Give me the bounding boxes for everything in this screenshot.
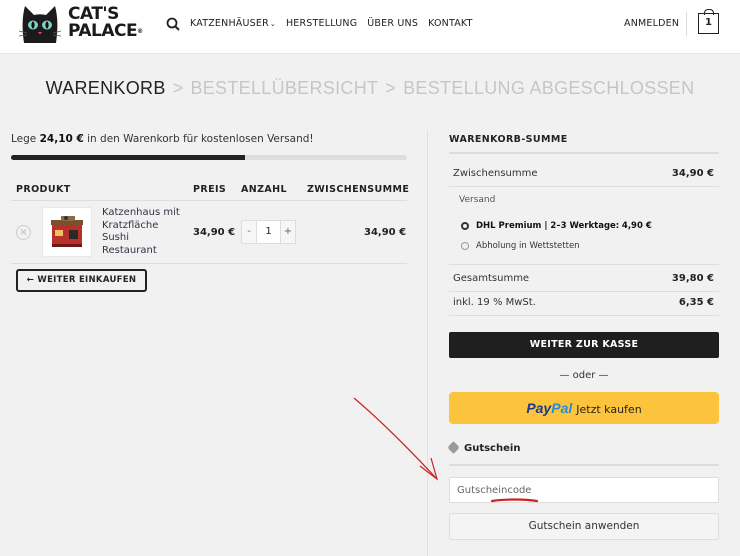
subtotal-label: Zwischensumme [453,168,538,179]
free-shipping-progress [11,155,407,160]
main-nav: KATZENHÄUSER⌄ HERSTELLUNG ÜBER UNS KONTA… [190,18,473,29]
totals-row-divider [449,186,719,187]
column-header-price: PREIS [193,184,227,195]
cart-totals-title: WARENKORB-SUMME [449,134,568,145]
search-icon[interactable] [166,17,180,31]
shipping-radio-dhl[interactable] [461,222,469,230]
quantity-increase-button[interactable]: + [281,221,295,243]
shipping-label: Versand [459,195,496,205]
login-link[interactable]: ANMELDEN [624,18,679,29]
nav-item-herstellung[interactable]: HERSTELLUNG [286,18,357,29]
totals-row-divider [449,315,719,316]
shipping-radio-pickup[interactable] [461,242,469,250]
product-name-link[interactable]: Katzenhaus mit Kratzfläche Sushi Restaur… [102,207,184,257]
or-divider-text: — oder — [559,370,609,381]
subtotal-value: 34,90 € [671,168,714,179]
tax-label: inkl. 19 % MwSt. [453,297,536,308]
total-value: 39,80 € [671,273,714,284]
nav-item-ueber-uns[interactable]: ÜBER UNS [367,18,418,29]
tag-icon [447,441,460,454]
coupon-heading: Gutschein [447,441,520,454]
annotation-arrow-head [419,457,439,481]
free-shipping-notice: Lege 24,10 € in den Warenkorb für kosten… [11,133,314,145]
breadcrumb-separator: > [172,78,184,98]
progress-fill [11,155,245,160]
chevron-down-icon: ⌄ [269,20,276,28]
product-thumbnail[interactable] [42,207,92,257]
item-subtotal: 34,90 € [364,227,407,238]
remove-item-button[interactable]: × [16,225,31,240]
paypal-button[interactable]: PayPal Jetzt kaufen [449,392,719,424]
totals-row-divider [449,264,719,265]
coupon-code-input[interactable] [449,477,719,503]
breadcrumb-separator: > [385,78,397,98]
coupon-divider [449,464,719,466]
cart-icon[interactable]: 1 [698,9,719,34]
totals-row-divider [449,291,719,292]
breadcrumb-step-cart[interactable]: WARENKORB [46,78,166,98]
table-row-divider [11,263,407,264]
breadcrumb-step-complete: BESTELLUNG ABGESCHLOSSEN [403,78,695,98]
checkout-breadcrumb: WARENKORB > BESTELLÜBERSICHT > BESTELLUNG AB… [0,78,740,99]
product-image [51,216,83,247]
item-price: 34,90 € [193,227,236,238]
column-header-subtotal: ZWISCHENSUMME [307,184,410,195]
shipping-option-dhl[interactable]: DHL Premium | 2–3 Werktage: 4,90 € [476,221,652,231]
total-label: Gesamtsumme [453,273,530,284]
apply-coupon-button[interactable]: Gutschein anwenden [449,513,719,540]
logo-wordmark: CAT'S PALACE® [68,4,143,41]
tax-value: 6,35 € [678,297,714,308]
breadcrumb-step-overview[interactable]: BESTELLÜBERSICHT [190,78,378,98]
quantity-stepper: - 1 + [241,220,296,244]
cat-logo-icon [18,6,62,43]
cart-totals-divider [449,152,719,154]
column-header-quantity: ANZAHL [241,184,287,195]
paypal-buy-now-label: Jetzt kaufen [576,403,642,416]
nav-item-kontakt[interactable]: KONTAKT [428,18,473,29]
column-header-product: PRODUKT [16,184,71,195]
site-header: CAT'S PALACE® KATZENHÄUSER⌄ HERSTELLUNG … [0,0,740,54]
logo[interactable]: CAT'S PALACE® [18,3,143,47]
continue-shopping-button[interactable]: ← WEITER EINKAUFEN [16,269,147,292]
column-divider [427,130,428,556]
table-header-divider [11,200,407,201]
quantity-decrease-button[interactable]: - [242,221,256,243]
header-divider [686,12,687,36]
nav-item-katzenhaeuser[interactable]: KATZENHÄUSER⌄ [190,18,276,29]
quantity-input[interactable]: 1 [256,221,281,243]
proceed-to-checkout-button[interactable]: WEITER ZUR KASSE [449,332,719,358]
shipping-option-pickup[interactable]: Abholung in Wettstetten [476,241,580,251]
paypal-logo: PayPal [526,400,573,416]
annotation-arrow-line [353,397,437,479]
